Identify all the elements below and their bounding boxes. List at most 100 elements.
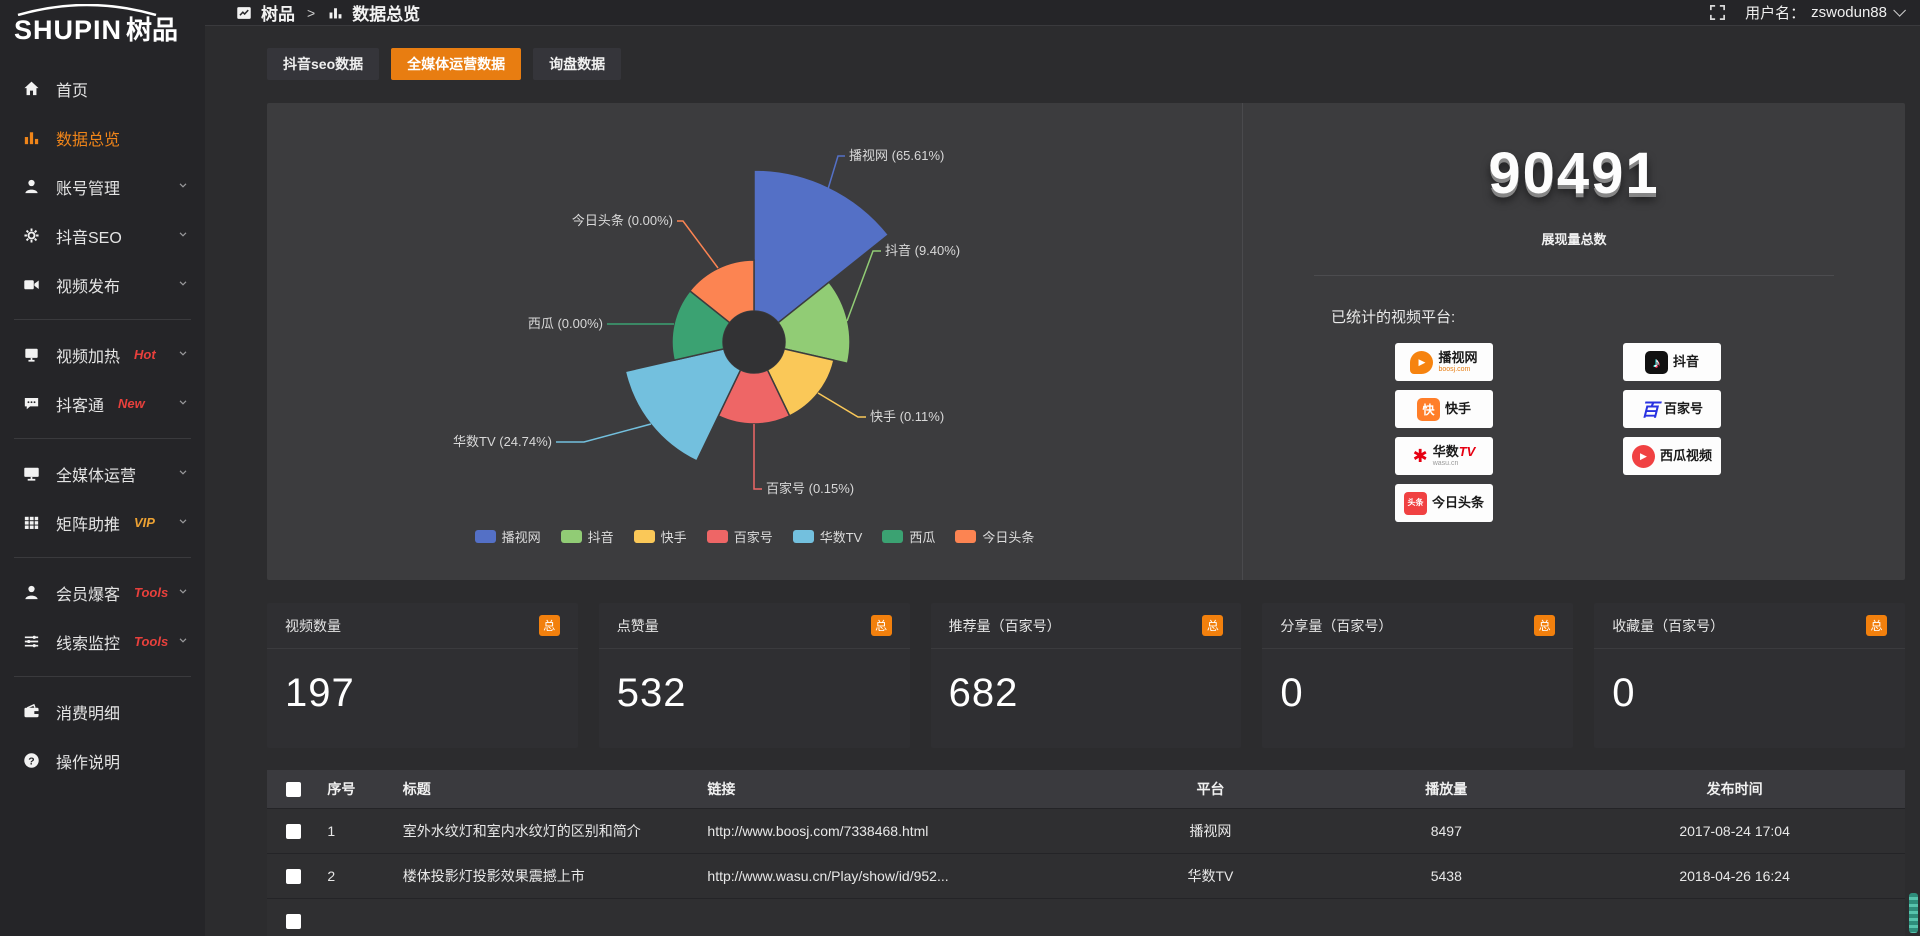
- user-menu[interactable]: 用户名： zswodun88: [1745, 2, 1902, 23]
- total-impressions-value: 90491: [1243, 140, 1905, 207]
- username-value: zswodun88: [1811, 4, 1887, 21]
- app-logo: SHUPIN树品: [0, 0, 205, 58]
- sidebar-item-2[interactable]: 数据总览: [0, 113, 205, 162]
- sidebar-item-label: 消费明细: [56, 700, 120, 724]
- sidebar-item-6[interactable]: 视频加热Hot: [0, 330, 205, 379]
- breadcrumb-separator: >: [307, 5, 315, 21]
- sidebar-item-12[interactable]: 消费明细: [0, 687, 205, 736]
- legend-swatch: [882, 530, 903, 543]
- column-header-3[interactable]: 链接: [699, 770, 1092, 808]
- cell-title[interactable]: 楼体投影灯投影效果震撼上市: [395, 853, 700, 898]
- pie-slice-华数TV[interactable]: [625, 349, 740, 461]
- column-header-1[interactable]: 序号: [319, 770, 394, 808]
- sidebar-item-11[interactable]: 线索监控Tools: [0, 617, 205, 666]
- pie-label: 百家号 (0.15%): [766, 481, 854, 496]
- chevron-down-icon: [177, 584, 189, 602]
- platform-badge-华数TV[interactable]: ✱华数TVwasu.cn: [1395, 437, 1493, 475]
- stat-card-title: 点赞量: [617, 616, 659, 636]
- trend-chart-icon: [235, 4, 253, 22]
- legend-item-抖音[interactable]: 抖音: [561, 527, 614, 546]
- user-icon: [22, 177, 42, 197]
- column-header-2[interactable]: 标题: [395, 770, 700, 808]
- stat-card-header: 分享量（百家号） 总: [1262, 603, 1573, 649]
- breadcrumb-root[interactable]: 树品: [261, 0, 295, 25]
- sidebar-item-label: 会员爆客: [56, 581, 120, 605]
- cell-index: 1: [319, 808, 394, 853]
- cell-publish-time: 2017-08-24 17:04: [1564, 808, 1905, 853]
- column-header-6[interactable]: 发布时间: [1564, 770, 1905, 808]
- total-badge[interactable]: 总: [1202, 615, 1223, 636]
- platform-badge-播视网[interactable]: ▶播视网boosj.com: [1395, 343, 1493, 381]
- floating-widget[interactable]: [1909, 893, 1918, 933]
- sidebar-item-3[interactable]: 账号管理: [0, 162, 205, 211]
- platform-name: 播视网: [1438, 351, 1477, 365]
- tab-3[interactable]: 询盘数据: [533, 48, 621, 80]
- topbar: 树品 > 数据总览 用户名： zswodun88: [205, 0, 1920, 26]
- pie-label: 抖音 (9.40%): [885, 243, 960, 258]
- cell-title[interactable]: 室外水纹灯和室内水纹灯的区别和简介: [395, 808, 700, 853]
- username-label: 用户名：: [1745, 2, 1805, 23]
- sidebar-item-label: 矩阵助推: [56, 511, 120, 535]
- sidebar-item-7[interactable]: 抖客通New: [0, 379, 205, 428]
- total-badge[interactable]: 总: [1534, 615, 1555, 636]
- video-icon: [22, 275, 42, 295]
- total-badge[interactable]: 总: [871, 615, 892, 636]
- tab-2[interactable]: 全媒体运营数据: [391, 48, 521, 80]
- sidebar-item-10[interactable]: 会员爆客Tools: [0, 568, 205, 617]
- legend-swatch: [475, 530, 496, 543]
- sidebar-item-4[interactable]: 抖音SEO: [0, 211, 205, 260]
- bar-chart-icon: [327, 4, 344, 21]
- platform-badge-百家号[interactable]: 百百家号: [1623, 390, 1721, 428]
- legend-label: 快手: [661, 527, 687, 546]
- platform-badge-抖音[interactable]: ♪抖音: [1623, 343, 1721, 381]
- column-header-5[interactable]: 播放量: [1328, 770, 1564, 808]
- sidebar-item-8[interactable]: 全媒体运营: [0, 449, 205, 498]
- xigua-logo-icon: ▶: [1632, 445, 1655, 468]
- sidebar-item-label: 抖客通: [56, 392, 104, 416]
- row-checkbox[interactable]: [286, 824, 301, 839]
- stat-card-title: 视频数量: [285, 616, 341, 636]
- stat-card-value: 0: [1262, 649, 1573, 716]
- cell-link[interactable]: http://www.wasu.cn/Play/show/id/952...: [699, 853, 1092, 898]
- stat-card-5: 收藏量（百家号） 总 0: [1594, 603, 1905, 748]
- row-checkbox[interactable]: [286, 914, 301, 929]
- breadcrumb: 树品 > 数据总览: [235, 0, 420, 25]
- stat-card-header: 推荐量（百家号） 总: [931, 603, 1242, 649]
- sidebar-item-1[interactable]: 首页: [0, 64, 205, 113]
- total-badge[interactable]: 总: [1866, 615, 1887, 636]
- platform-badge-西瓜视频[interactable]: ▶西瓜视频: [1623, 437, 1721, 475]
- breadcrumb-current[interactable]: 数据总览: [352, 0, 420, 25]
- select-all-checkbox[interactable]: [286, 782, 301, 797]
- tab-1[interactable]: 抖音seo数据: [267, 48, 379, 80]
- chevron-down-icon: [177, 276, 189, 294]
- sidebar-item-label: 全媒体运营: [56, 462, 136, 486]
- platform-badge-今日头条[interactable]: 头条今日头条: [1395, 484, 1493, 522]
- stat-card-value: 532: [599, 649, 910, 716]
- legend-item-华数TV[interactable]: 华数TV: [793, 527, 863, 546]
- platform-name: 华数TV: [1433, 445, 1476, 459]
- logo-text: SHUPIN: [14, 15, 122, 45]
- stat-cards-row: 视频数量 总 197 点赞量 总 532 推荐量（百家号） 总 682 分享量（…: [267, 603, 1905, 748]
- legend-item-快手[interactable]: 快手: [634, 527, 687, 546]
- sidebar-item-13[interactable]: ?操作说明: [0, 736, 205, 785]
- cell-link[interactable]: http://www.boosj.com/7338468.html: [699, 808, 1092, 853]
- column-header-4[interactable]: 平台: [1093, 770, 1329, 808]
- kuaishou-logo-icon: 快: [1417, 398, 1440, 421]
- legend-item-播视网[interactable]: 播视网: [475, 527, 541, 546]
- pie-label: 华数TV (24.74%): [453, 434, 552, 449]
- platform-badge-快手[interactable]: 快快手: [1395, 390, 1493, 428]
- legend-item-百家号[interactable]: 百家号: [707, 527, 773, 546]
- total-badge[interactable]: 总: [539, 615, 560, 636]
- table-header-row: 序号标题链接平台播放量发布时间: [267, 770, 1905, 808]
- cell-publish-time: 2018-04-26 16:24: [1564, 853, 1905, 898]
- stat-card-header: 收藏量（百家号） 总: [1594, 603, 1905, 649]
- sidebar-divider: [14, 557, 191, 558]
- fullscreen-icon[interactable]: [1708, 3, 1727, 22]
- stat-card-3: 推荐量（百家号） 总 682: [931, 603, 1242, 748]
- stat-card-title: 分享量（百家号）: [1280, 616, 1392, 636]
- sidebar-item-5[interactable]: 视频发布: [0, 260, 205, 309]
- sidebar-item-9[interactable]: 矩阵助推VIP: [0, 498, 205, 547]
- row-checkbox[interactable]: [286, 869, 301, 884]
- legend-item-今日头条[interactable]: 今日头条: [955, 527, 1034, 546]
- legend-item-西瓜[interactable]: 西瓜: [882, 527, 935, 546]
